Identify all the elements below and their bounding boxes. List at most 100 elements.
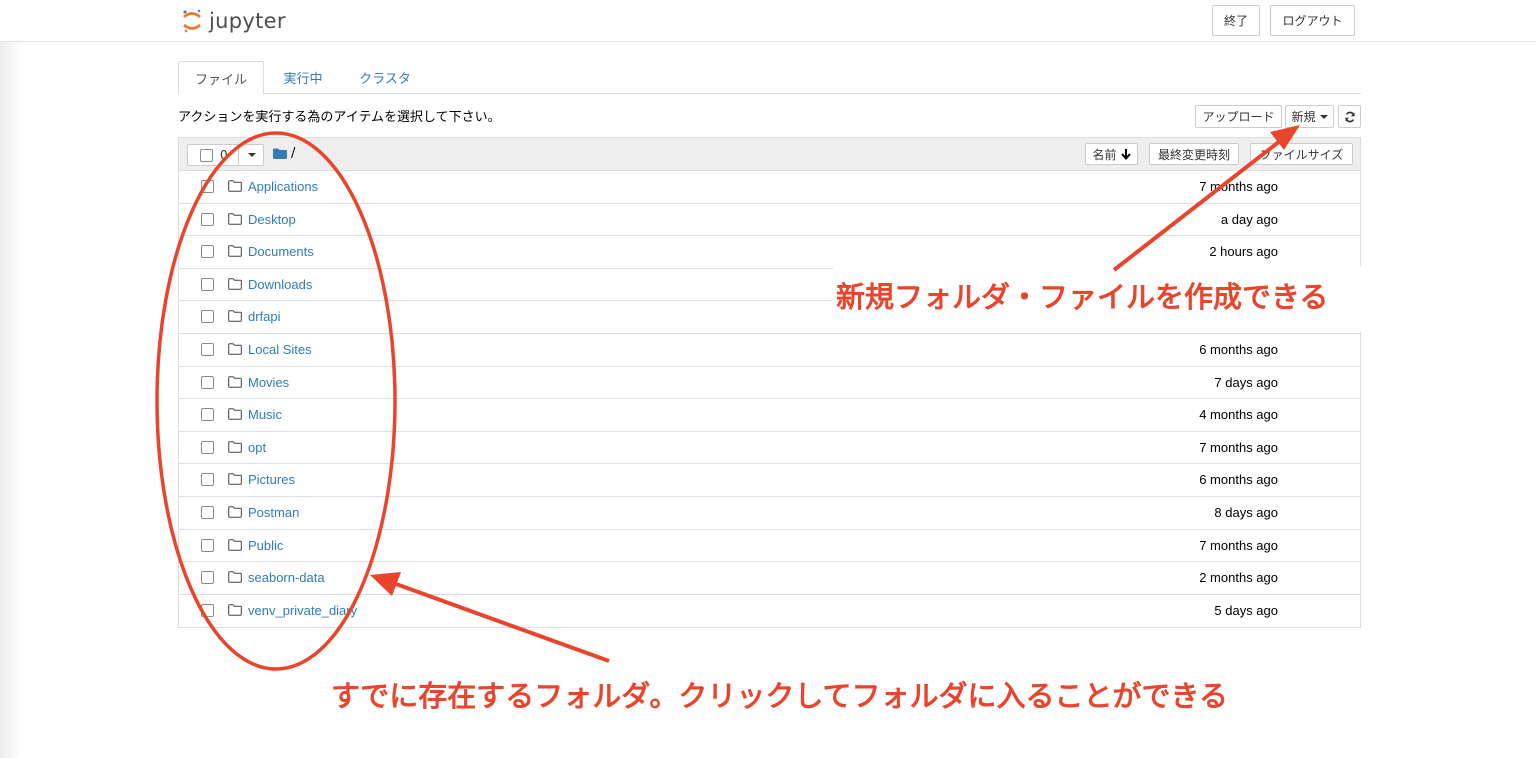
folder-link[interactable]: Postman [248,505,299,520]
folder-icon [228,310,242,323]
row-checkbox[interactable] [201,277,214,291]
jupyter-logo-icon [183,9,201,33]
folder-solid-icon[interactable] [273,148,287,159]
folder-icon [228,277,242,290]
folder-icon [228,603,242,616]
file-list-row[interactable]: Local Sites 6 months ago [179,333,1360,367]
file-list-row[interactable]: Public 7 months ago [179,529,1360,563]
row-checkbox[interactable] [201,375,214,389]
row-checkbox[interactable] [201,180,214,193]
new-annotation-text: 新規フォルダ・ファイルを作成できる [836,280,1329,314]
folder-icon [228,440,242,453]
file-list-row[interactable]: Music 4 months ago [179,399,1360,432]
file-list-rows: Applications 7 months ago Desktop a day ago… [179,171,1360,628]
tab-files[interactable]: ファイル [178,61,264,95]
folder-icon [228,375,242,388]
modified-time: 7 months ago [1199,439,1278,455]
row-checkbox[interactable] [201,440,214,454]
folder-icon [228,343,242,355]
folder-link[interactable]: Local Sites [248,342,312,357]
select-all-group: 0 [187,144,264,166]
folder-icon [228,571,242,583]
quit-button[interactable]: 終了 [1212,5,1260,36]
caret-down-icon [1319,114,1328,119]
tab-clusters[interactable]: クラスタ [348,61,422,94]
folder-link[interactable]: Music [248,407,282,422]
folder-link[interactable]: Downloads [248,277,312,292]
folder-link[interactable]: Desktop [248,212,296,227]
refresh-button[interactable] [1338,105,1361,128]
modified-time: 7 months ago [1199,537,1278,553]
file-list: 0 / 名前 最終変更時刻 ファイルサイズ Applications 7 mont… [178,137,1361,629]
sort-modified-button[interactable]: 最終変更時刻 [1149,143,1239,165]
folder-link[interactable]: venv_private_diary [248,603,357,618]
row-checkbox[interactable] [201,603,214,617]
folder-icon [228,180,242,192]
modified-time: 6 months ago [1199,472,1278,488]
file-list-row[interactable]: Movies 7 days ago [179,366,1360,400]
modified-time: 7 months ago [1199,179,1278,194]
row-checkbox[interactable] [201,245,214,259]
sort-size-button[interactable]: ファイルサイズ [1250,143,1353,165]
refresh-icon [1344,111,1355,122]
file-list-header: 0 / 名前 最終変更時刻 ファイルサイズ [179,138,1360,171]
jupyter-logo[interactable]: jupyter [181,6,286,36]
logout-button[interactable]: ログアウト [1270,5,1355,36]
folder-link[interactable]: opt [248,440,266,455]
file-list-row[interactable]: Desktop a day ago [179,203,1360,237]
row-checkbox[interactable] [201,310,214,324]
select-menu-dropdown[interactable] [238,144,264,166]
modified-time: a day ago [1220,211,1278,227]
folder-icon [228,538,242,551]
header-bar: jupyter 終了 ログアウト [0,0,1536,42]
row-checkbox[interactable] [201,473,214,487]
folder-link[interactable]: Documents [248,244,314,259]
file-list-row[interactable]: Documents 2 hours ago [179,236,1360,269]
folder-link[interactable]: Applications [248,179,318,194]
modified-time: 7 days ago [1214,374,1278,390]
folder-link[interactable]: Pictures [248,472,295,487]
modified-time: 2 hours ago [1209,244,1278,260]
tab-running[interactable]: 実行中 [272,61,334,94]
caret-down-icon [247,153,256,157]
row-checkbox[interactable] [201,571,214,585]
new-button-label: 新規 [1291,110,1316,124]
folder-link[interactable]: seaborn-data [248,570,325,585]
folder-icon [228,408,242,420]
folder-icon [228,245,242,257]
left-edge-shadow [0,0,22,758]
modified-time: 2 months ago [1199,570,1278,586]
modified-time: 5 days ago [1214,602,1278,618]
upload-button[interactable]: アップロード [1195,105,1282,128]
arrow-down-icon [1120,148,1131,160]
new-dropdown-button[interactable]: 新規 [1285,105,1334,128]
selected-count: 0 [220,148,228,162]
row-checkbox[interactable] [201,212,214,226]
breadcrumb-path[interactable]: / [291,146,295,161]
file-list-row[interactable]: Postman 8 days ago [179,496,1360,530]
folder-link[interactable]: Movies [248,375,289,390]
modified-time: 8 days ago [1214,504,1278,520]
file-list-row[interactable]: opt 7 months ago [179,431,1360,465]
sort-name-button[interactable]: 名前 [1085,143,1138,165]
folder-link[interactable]: drfapi [248,309,281,324]
logo-text: jupyter [209,9,286,33]
folder-icon [228,473,242,486]
folder-link[interactable]: Public [248,538,283,553]
file-list-row[interactable]: venv_private_diary 5 days ago [179,594,1360,628]
row-checkbox[interactable] [201,505,214,519]
file-list-row[interactable]: seaborn-data 2 months ago [179,562,1360,595]
folders-annotation-text: すでに存在するフォルダ。クリックしてフォルダに入ることができる [331,679,1228,713]
row-checkbox[interactable] [201,408,214,422]
row-checkbox[interactable] [201,342,214,356]
file-list-row[interactable]: Applications 7 months ago [179,171,1360,204]
sort-name-label: 名前 [1092,147,1117,162]
modified-time: 6 months ago [1199,341,1278,357]
row-checkbox[interactable] [201,538,214,552]
modified-time: 4 months ago [1199,407,1278,423]
folder-icon [228,212,242,225]
select-all-checkbox[interactable] [200,149,213,162]
file-list-row[interactable]: Pictures 6 months ago [179,464,1360,497]
folder-icon [228,506,242,518]
tab-bar: ファイル 実行中 クラスタ [178,61,1361,95]
